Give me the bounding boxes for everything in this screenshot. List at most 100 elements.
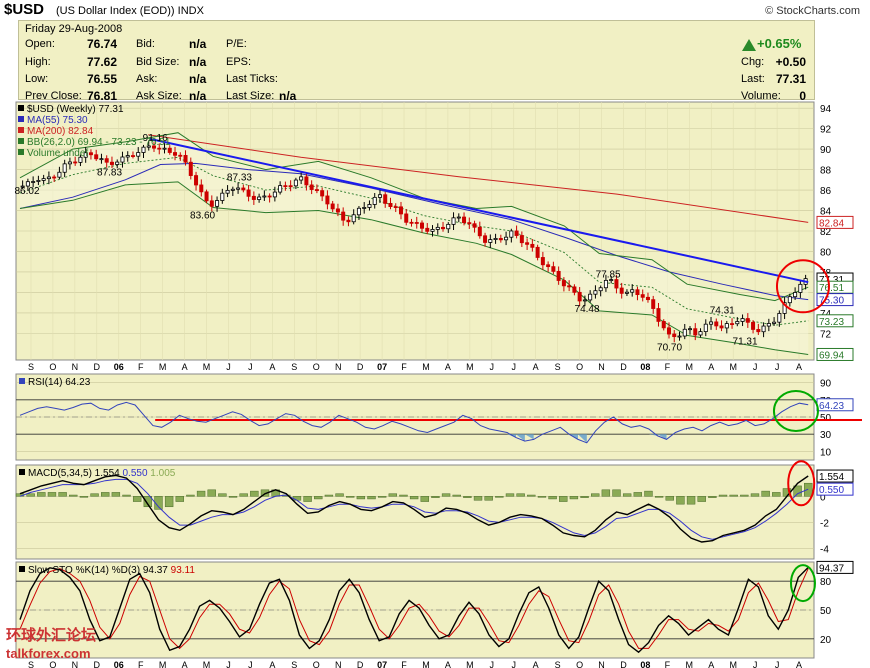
macd-histogram-bar (505, 493, 515, 497)
candle-body (267, 195, 272, 198)
watermark-en: talkforex.com (6, 646, 91, 661)
candle-body (572, 286, 577, 293)
y-tick-label: 80 (820, 247, 832, 258)
candle-body (593, 290, 598, 295)
macd-histogram-bar (58, 492, 67, 497)
x-tick-label: N (335, 362, 342, 372)
candle-body (483, 235, 488, 243)
candle-body (661, 321, 666, 329)
x-tick-label-bottom: M (159, 660, 167, 668)
macd-histogram-bar (175, 496, 184, 502)
x-tick-label-bottom: J (248, 660, 253, 668)
candle-body (167, 147, 172, 153)
high-label: High: (25, 56, 51, 68)
legend-entry: MACD(5,34,5) 1.554 (28, 468, 120, 479)
change-percent: +0.65% (757, 36, 802, 51)
x-tick-label: 06 (114, 362, 124, 372)
candle-body (735, 321, 740, 325)
candle-body (514, 230, 519, 236)
macd-right-label: 1.554 (819, 472, 844, 483)
candle-body (46, 176, 51, 180)
x-tick-label: J (248, 362, 253, 372)
low-value: 76.55 (87, 72, 118, 86)
open-label: Open: (25, 38, 55, 50)
candle-body (682, 328, 687, 337)
macd-histogram-bar (580, 496, 589, 498)
candle-body (335, 208, 340, 213)
candle-body (362, 207, 367, 209)
macd-histogram-bar (292, 496, 302, 501)
macd-histogram-bar (388, 493, 398, 497)
x-tick-label-bottom: M (203, 660, 211, 668)
candle-body (430, 229, 435, 232)
x-tick-label-bottom: A (182, 660, 188, 668)
candle-body (183, 155, 188, 163)
candle-body (619, 287, 624, 294)
y-tick-label: 10 (820, 447, 832, 458)
price-annotation: 87.33 (227, 172, 252, 183)
rsi-right-label: 64.23 (819, 401, 844, 412)
candle-body (525, 242, 530, 245)
candle-body (420, 222, 425, 229)
macd-histogram-bar (644, 490, 653, 497)
x-tick-label-bottom: F (401, 660, 407, 668)
macd-histogram-bar (356, 496, 366, 500)
x-tick-label-bottom: A (269, 660, 275, 668)
candle-body (451, 217, 456, 225)
x-tick-label-bottom: S (555, 660, 561, 668)
candle-body (330, 203, 335, 210)
x-tick-label-bottom: J (753, 660, 758, 668)
candle-body (398, 206, 403, 215)
x-tick-label: 07 (377, 362, 387, 372)
candle-body (57, 171, 62, 178)
candle-body (346, 219, 351, 223)
x-tick-label: M (422, 362, 430, 372)
candle-body (709, 321, 714, 325)
candle-body (535, 246, 540, 258)
chart-header: $USD (US Dollar Index (EOD)) INDX © Stoc… (0, 0, 870, 20)
price-annotation: 74.31 (710, 306, 735, 317)
chg-label: Chg: (741, 56, 765, 68)
stockcharts-credit[interactable]: © StockCharts.com (765, 5, 860, 17)
candle-body (630, 289, 635, 293)
macd-histogram-bar (228, 496, 238, 498)
candle-body (798, 283, 803, 293)
macd-histogram-bar (633, 492, 643, 497)
price-right-label: 75.30 (819, 296, 844, 307)
x-tick-label: F (401, 362, 407, 372)
y-tick-label: 84 (820, 207, 832, 218)
price-annotation: 71.31 (733, 336, 758, 347)
candle-body (125, 155, 130, 158)
candle-body (556, 270, 561, 281)
candle-body (194, 175, 199, 186)
x-tick-label: S (555, 362, 561, 372)
candle-body (314, 189, 319, 192)
legend-swatch (18, 149, 24, 155)
x-tick-label-bottom: O (576, 660, 583, 668)
candle-body (761, 325, 766, 333)
x-tick-label: S (28, 362, 34, 372)
x-tick-label: N (598, 362, 605, 372)
macd-histogram-bar (335, 493, 344, 497)
macd-histogram-bar (409, 496, 419, 500)
x-tick-label: A (708, 362, 714, 372)
x-tick-label-bottom: F (138, 660, 144, 668)
legend-entry: 93.11 (168, 565, 195, 576)
candle-body (462, 216, 467, 224)
x-tick-label: O (49, 362, 56, 372)
candle-body (724, 323, 729, 329)
candle-body (745, 318, 750, 323)
sto-right-label: 94.37 (819, 563, 844, 574)
legend-entry: 1.005 (148, 468, 176, 479)
candle-body (714, 321, 719, 327)
price-right-label: 69.94 (819, 350, 844, 361)
x-tick-label: N (72, 362, 79, 372)
legend-swatch (19, 566, 25, 572)
legend: Slow STO %K(14) %D(3) 94.37 93.11 (28, 565, 195, 576)
macd-histogram-bar (772, 492, 781, 497)
candle-body (546, 264, 551, 268)
macd-histogram-bar (686, 496, 696, 505)
macd-histogram-bar (622, 493, 632, 497)
x-tick-label: A (269, 362, 275, 372)
legend-swatch (19, 378, 25, 384)
